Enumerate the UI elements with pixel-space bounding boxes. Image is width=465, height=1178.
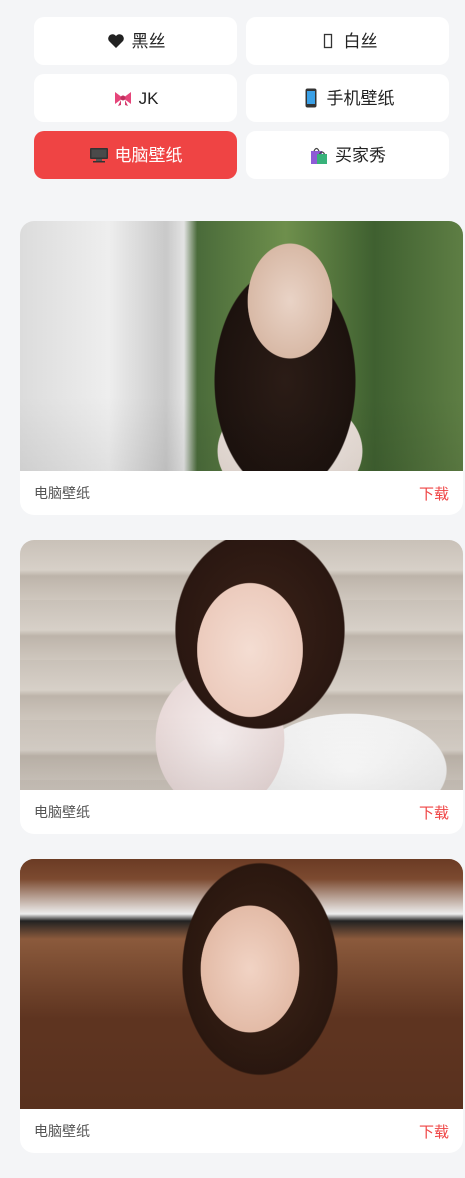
wallpaper-card: 电脑壁纸 下载	[20, 221, 463, 515]
category-button-phone-wallpaper[interactable]: 手机壁纸	[246, 74, 449, 122]
black-heart-icon	[106, 31, 126, 51]
category-label: 买家秀	[335, 145, 386, 165]
category-button-heisi[interactable]: 黑丝	[34, 17, 237, 65]
category-label: 黑丝	[131, 31, 166, 51]
category-label: 电脑壁纸	[114, 145, 183, 165]
desktop-computer-icon	[89, 145, 109, 165]
card-category: 电脑壁纸	[34, 804, 90, 820]
category-grid: 黑丝 白丝 JK 手机壁纸 电脑壁纸 买家秀	[34, 17, 449, 179]
download-button[interactable]: 下载	[419, 1121, 449, 1142]
card-footer: 电脑壁纸 下载	[20, 790, 463, 834]
card-category: 电脑壁纸	[34, 1123, 90, 1139]
download-button[interactable]: 下载	[419, 802, 449, 823]
category-label: 白丝	[343, 31, 378, 51]
download-button[interactable]: 下载	[419, 483, 449, 504]
mobile-phone-icon	[301, 88, 321, 108]
wallpaper-card: 电脑壁纸 下载	[20, 859, 463, 1153]
card-category: 电脑壁纸	[34, 485, 90, 501]
white-rectangle-icon	[318, 31, 338, 51]
category-button-baisi[interactable]: 白丝	[246, 17, 449, 65]
ribbon-icon	[113, 88, 133, 108]
category-button-buyer-show[interactable]: 买家秀	[246, 131, 449, 179]
category-button-pc-wallpaper[interactable]: 电脑壁纸	[34, 131, 237, 179]
card-footer: 电脑壁纸 下载	[20, 471, 463, 515]
wallpaper-card: 电脑壁纸 下载	[20, 540, 463, 834]
shopping-bags-icon	[309, 145, 329, 165]
category-label: JK	[138, 88, 159, 108]
card-footer: 电脑壁纸 下载	[20, 1109, 463, 1153]
category-button-jk[interactable]: JK	[34, 74, 237, 122]
wallpaper-feed: 电脑壁纸 下载 电脑壁纸 下载 电脑壁纸 下载	[20, 221, 463, 1178]
wallpaper-image[interactable]	[20, 540, 463, 790]
category-label: 手机壁纸	[326, 88, 395, 108]
wallpaper-image[interactable]	[20, 859, 463, 1109]
wallpaper-image[interactable]	[20, 221, 463, 471]
